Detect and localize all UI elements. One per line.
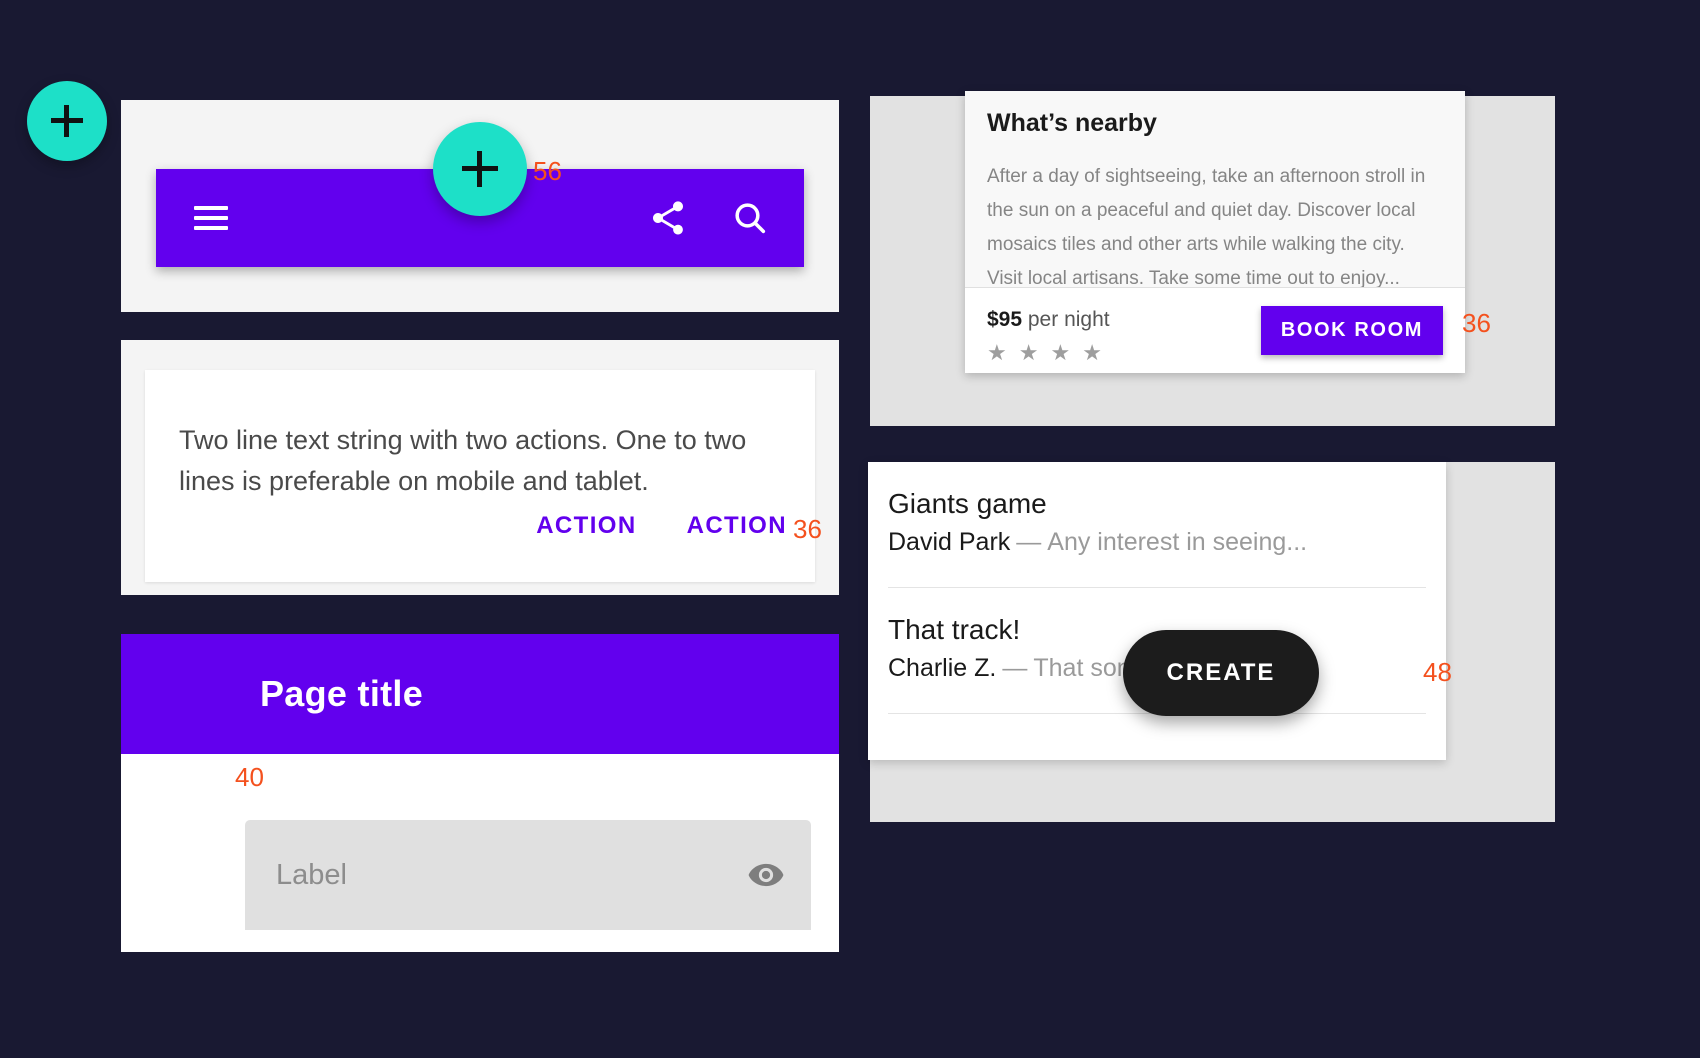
search-icon[interactable] (730, 198, 770, 238)
create-extended-fab[interactable]: CREATE (1123, 630, 1319, 716)
nearby-card-body: After a day of sightseeing, take an afte… (987, 166, 1426, 288)
nearby-specimen-panel: What’s nearby After a day of sightseeing… (870, 91, 1555, 426)
snackbar-actions: ACTION ACTION (536, 512, 787, 540)
nearby-card: What’s nearby After a day of sightseeing… (965, 91, 1465, 373)
star-icon: ★ (1018, 340, 1039, 365)
price-suffix: per night (1022, 308, 1110, 331)
annotation-create-48: 48 (1423, 657, 1452, 687)
star-icon: ★ (987, 340, 1007, 365)
snackbar-message: Two line text string with two actions. O… (179, 425, 747, 496)
page-top-bar: Page title (121, 634, 839, 754)
hamburger-line (194, 216, 228, 220)
price-amount: $95 (987, 308, 1023, 331)
floating-action-button-page[interactable] (27, 81, 107, 161)
mail-sender: David Park (888, 528, 1011, 556)
nearby-card-footer: $95 per night ★ ★ ★ ★ BOOK ROOM (965, 288, 1465, 373)
nearby-card-title: What’s nearby (987, 109, 1157, 137)
star-icon: ★ (1050, 340, 1071, 365)
visibility-eye-icon[interactable] (747, 856, 785, 894)
nearby-scroll-region[interactable]: What’s nearby After a day of sightseeing… (965, 91, 1465, 288)
hamburger-line (194, 206, 228, 210)
mail-preview-line: David Park — Any interest in seeing... (888, 528, 1426, 557)
mail-sender: Charlie Z. (888, 654, 997, 682)
mail-list-card: Giants game David Park — Any interest in s… (868, 462, 1446, 760)
hamburger-menu-icon[interactable] (194, 206, 228, 230)
plus-icon (462, 151, 498, 187)
annotation-fab-40: 40 (235, 762, 264, 792)
share-icon[interactable] (648, 198, 688, 238)
mail-snippet: Any interest in seeing... (1047, 528, 1308, 556)
snackbar-action-two[interactable]: ACTION (687, 512, 787, 540)
snackbar: Two line text string with two actions. O… (145, 370, 815, 582)
mail-specimen-panel: Giants game David Park — Any interest in s… (868, 462, 1555, 822)
text-field[interactable]: Label (245, 820, 811, 930)
book-room-button[interactable]: BOOK ROOM (1260, 306, 1443, 355)
snackbar-action-one[interactable]: ACTION (536, 512, 636, 540)
page-title: Page title (260, 673, 424, 714)
snackbar-specimen-card: Two line text string with two actions. O… (121, 340, 839, 595)
mail-dash: — (1002, 654, 1028, 682)
annotation-snackbar-36: 36 (793, 514, 822, 544)
page-title-specimen-card: Page title Label (121, 634, 839, 952)
annotation-book-room-36: 36 (1462, 308, 1491, 338)
mail-dash: — (1016, 528, 1042, 556)
text-field-label: Label (276, 858, 347, 891)
plus-icon (51, 105, 83, 137)
app-bar-actions (648, 198, 770, 238)
annotation-fab-56: 56 (533, 156, 562, 186)
mail-subject: Giants game (888, 488, 1047, 519)
list-item[interactable]: Giants game David Park — Any interest in s… (888, 462, 1426, 588)
specimen-canvas: 56 Two line text string with two actions… (0, 0, 1700, 1058)
star-icon: ★ (1082, 340, 1102, 365)
floating-action-button-top[interactable] (433, 122, 527, 216)
hamburger-line (194, 226, 228, 230)
